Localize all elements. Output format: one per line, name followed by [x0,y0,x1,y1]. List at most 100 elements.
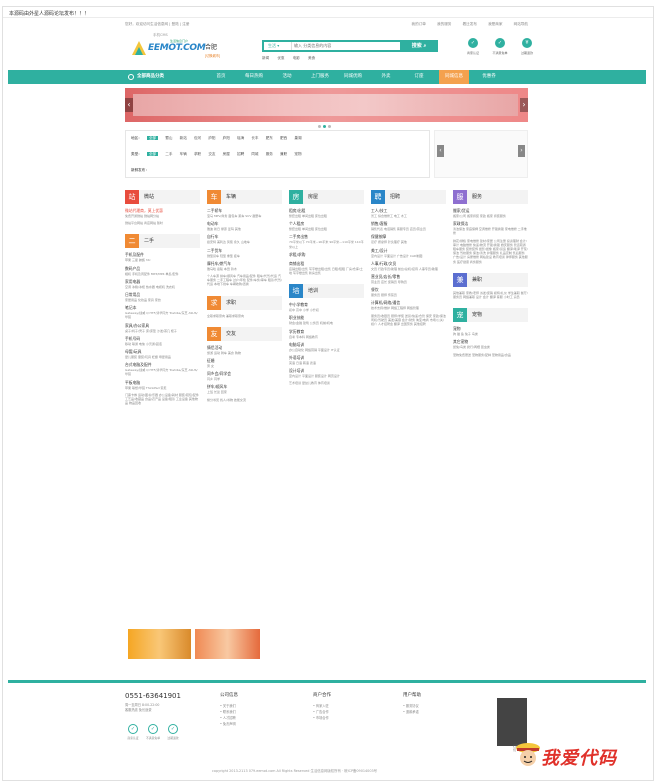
subcategory-links[interactable]: 技术支持/维护 网络工程师 网络管理 [371,306,446,310]
subcategory-links[interactable]: 室内设计 平面设计 广告设计 CAD制图 [371,254,446,258]
top-link-sitemap[interactable]: 网站导航 [514,22,528,26]
filter-option[interactable]: 包河 [194,136,201,140]
subcategory-links[interactable]: 服务员 厨师 传菜员 [371,293,446,297]
subcategory-links[interactable]: 雅迪 新日 绿源 爱玛 其他 [207,227,282,231]
subcategory-links[interactable]: 财会/金融 建筑 公务员 机械/机电 [289,321,364,325]
subcategory-links[interactable]: 销售代表 电话销售 客服专员 店员/营业员 [371,227,446,231]
top-link-orders[interactable]: 我的订单 [412,22,426,26]
subcategory-links[interactable]: 文员 行政专员/助理 前台/总机/接待 人事专员/助理 [371,267,446,271]
subcategory-links[interactable]: 店铺出租/出售 写字楼出租/出售 日租/短租 厂房/仓库/土地 写字楼出售 新房… [289,267,364,275]
category-header[interactable]: 友交友 [207,326,282,341]
filter-option[interactable]: 庐阳 [208,136,215,140]
subcategory-links[interactable]: 服务员/收银员 厨师/学徒 送货/快递/仓管 保安 家政/保洁 司机/驾驶员 美… [371,314,446,327]
category-header[interactable]: 宠宠物 [453,308,528,323]
subcategory-links[interactable]: 宝马 MPV/商务 面包车 跑车 SUV 越野车 [207,214,282,218]
subcategory-links[interactable]: 室内设计 平面设计 服装设计 网页设计 [289,374,364,378]
filter-option[interactable]: 兼职 [280,152,287,156]
hot-word[interactable]: 优惠 [277,56,284,60]
filter-option[interactable]: 肥西 [280,136,287,140]
nav-item[interactable]: 首页 [208,70,234,84]
top-link-post[interactable]: 着迁发布 [463,22,477,26]
subcategory-links[interactable]: 同乡 同学 [207,377,282,381]
side-ad[interactable]: ‹ › [434,130,528,178]
category-header[interactable]: 车车辆 [207,190,282,204]
search-input[interactable] [294,42,404,50]
subcategory-links[interactable]: 家居用品 化妆品 家具 家纺 [125,298,200,302]
filter-option[interactable]: 瑶海 [237,136,244,140]
footer-link[interactable]: • 免责声明 [220,721,238,727]
category-header[interactable]: 培培训 [289,284,364,299]
filter-option[interactable]: 求职 [194,152,201,156]
subcategory-title[interactable]: 求租/求购 [289,252,364,258]
subcategory-links[interactable]: 整套出租 单间出租 床位出租 [289,227,364,231]
filter-option[interactable]: 招聘 [237,152,244,156]
subcategory-links[interactable]: 缘分寻觅 找人/寻物 技能交流 [207,398,282,402]
nav-item[interactable]: 每日热购 [241,70,267,84]
filter-option-active[interactable]: 全部 [146,136,159,140]
site-logo[interactable]: 手机CMS 生活信息门户 EEMOT.COM [125,33,206,63]
hero-banner[interactable]: ‹ › [125,88,528,122]
banner-next-icon[interactable]: › [520,98,528,112]
subcategory-links[interactable]: 上班 长途 回家 [207,390,282,394]
hot-word[interactable]: 新闻 [262,56,269,60]
subcategory-links[interactable]: 男 女 [207,364,282,368]
top-bar-welcome[interactable]: 您好，欢迎访问生活信息网 | 登陆 | 注册 [125,22,190,26]
subcategory-links[interactable]: Gateway/捷威 Q HTF/清华同方 Toshiba/东芝 ASUS/华硕 [125,311,200,319]
category-header[interactable]: 站微站 [125,190,200,204]
search-type-select[interactable]: 生活 ▾ [264,42,292,50]
filter-option-active[interactable]: 全部 [146,152,159,156]
footer-link[interactable]: • 退款承诺 [403,709,421,715]
subcategory-links[interactable]: Gateway/捷威 Q HTF/清华同方 Toshiba/东芝 ASUS/华硕 [125,368,200,376]
subcategory-links[interactable]: 移动 联通 电信 小灵通/固话 [125,342,200,346]
nav-item[interactable]: 订座 [406,70,432,84]
filter-option[interactable]: 长丰 [251,136,258,140]
category-header[interactable]: 兼兼职 [453,272,528,287]
filter-option[interactable]: 新站 [180,136,187,140]
subcategory-links[interactable]: 狗 猫 鱼 兔子 鸟类 [453,332,528,336]
subcategory-links[interactable]: 门票卡券 运动/图书/乐器 办公设备/耗材 服装/鞋包/配件 工艺品/收藏品 食… [125,393,200,406]
category-header[interactable]: 求求职 [207,295,282,310]
subcategory-links[interactable]: 雅马哈 嘉陵 本田 铃木 [207,267,282,271]
banner-prev-icon[interactable]: ‹ [125,98,133,112]
nav-item-active[interactable]: 同城信息 [439,70,469,84]
banner-dot-active[interactable] [323,125,326,128]
subcategory-links[interactable]: 苹果 三星 魅族 htc [125,258,200,262]
subcategory-links[interactable]: 鼠兔/鸟类 爬行/两栖 昆虫类 [453,345,528,349]
promo-ad-1[interactable] [128,629,191,659]
subcategory-links[interactable]: 自考 专本科 网络教育 [289,335,364,339]
category-header[interactable]: 聘招聘 [371,190,446,204]
footer-link[interactable]: • 市场合作 [313,715,331,721]
subcategory-links[interactable]: 免费开通微站 微站网分站 [125,214,200,218]
nav-item[interactable]: 优惠券 [476,70,502,84]
subcategory-links[interactable]: 艺术培训 婴幼儿教育 体育培训 [289,381,364,385]
subcategory-links[interactable]: 旅游 运动 骑车 美食 购物 [207,351,282,355]
subcategory-links[interactable]: 整套出租 单间出租 床位出租 [289,214,364,218]
subcategory-links[interactable]: 普工 综合维修工 电工 木工 [371,214,446,218]
promo-ad-2[interactable] [195,629,260,659]
nav-item[interactable]: 外卖 [373,70,399,84]
nav-item[interactable]: 上门服务 [307,70,333,84]
subcategory-links[interactable]: 英语 日语 韩语 德语 [289,361,364,365]
category-header[interactable]: 二二手 [125,234,200,249]
subcategory-links[interactable]: 搬家/公司 搬家拆装 家政 搬家 拆装服务 [453,214,528,218]
filter-option[interactable]: 同城 [251,152,258,156]
subcategory-links[interactable]: 相机 手机及周配件 MP3/MP4 单反/配件 [125,272,200,276]
banner-dot[interactable] [328,125,331,128]
subcategory-links[interactable]: 个人车源 拼车/顺风车 汽车用品/配件 租车/代驾/代运 汽车服务 二手工程车 … [207,274,282,287]
subcategory-links[interactable]: 足疗 按摩师 针灸理疗 其他 [371,240,446,244]
filter-option[interactable]: 巢湖 [294,136,301,140]
nav-item[interactable]: 活动 [274,70,300,84]
category-header[interactable]: 服服务 [453,190,528,204]
category-header[interactable]: 房房屋 [289,190,364,204]
top-link-services[interactable]: 我的服务 [437,22,451,26]
subcategory-links[interactable]: 微型货车 轻型 重型 挂车 [207,254,282,258]
subcategory-links[interactable]: 70平米以下 70平米—90平米 90平米—110平米 110平米以上 [289,240,364,248]
switch-city-link[interactable]: [切换城市] [205,53,220,58]
side-ad-prev-icon[interactable]: ‹ [437,145,444,157]
subcategory-links[interactable]: 清洁保洁 家庭保姆 空调维修 开锁换锁 家电维修 二手维修 [453,227,528,235]
subcategory-links[interactable]: 鲜花/绿植 家电维修 建材/家居 公司注册 投资理财 会计/审计 电脑维修 快递… [453,239,528,264]
subcategory-links[interactable]: 全职求职意向 兼职求职意向 [207,314,282,318]
filter-option[interactable]: 宠物 [294,152,301,156]
banner-dot[interactable] [318,125,321,128]
filter-option[interactable]: 房屋 [223,152,230,156]
